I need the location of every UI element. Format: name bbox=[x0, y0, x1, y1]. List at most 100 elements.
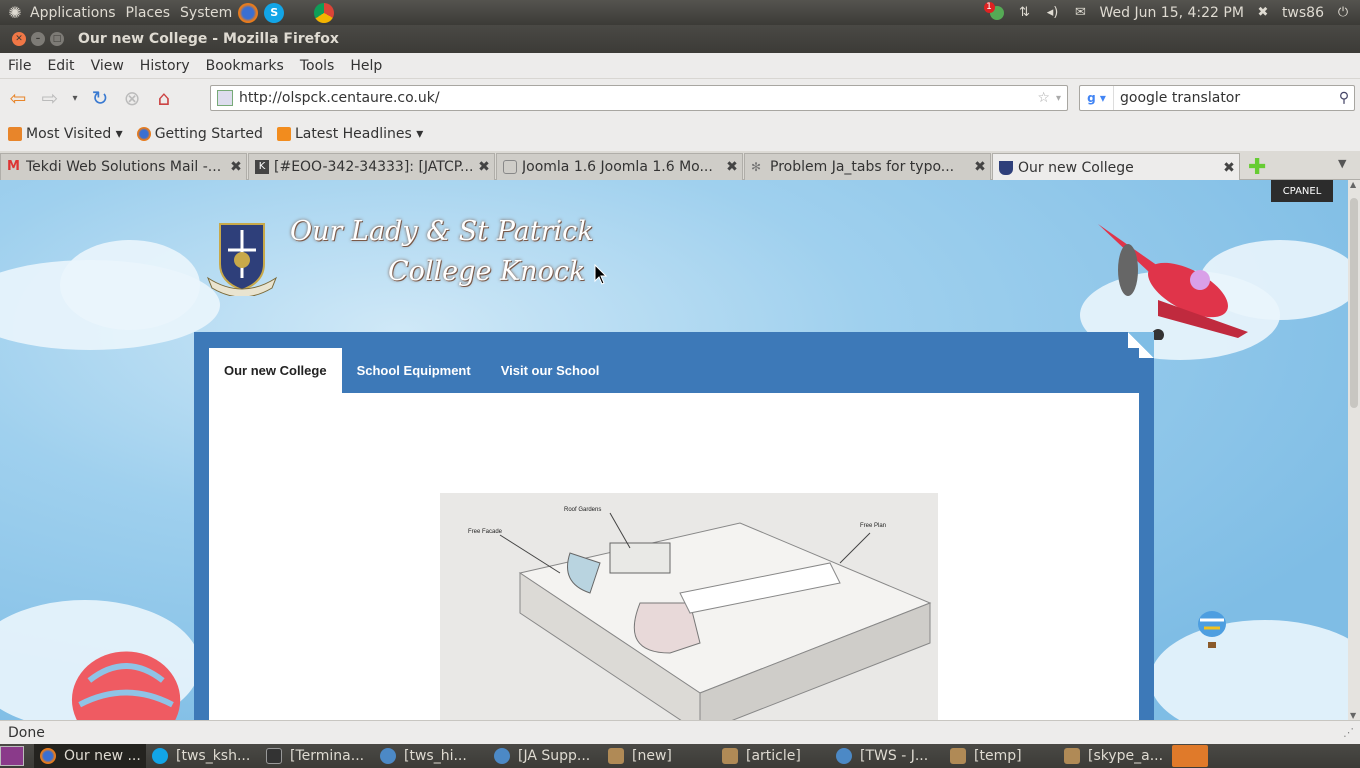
folder-icon bbox=[1064, 748, 1080, 764]
url-text[interactable]: http://olspck.centaure.co.uk/ bbox=[239, 90, 1037, 106]
taskbar-label: [JA Supp... bbox=[518, 748, 591, 764]
close-tab-icon[interactable]: ✖ bbox=[474, 159, 494, 175]
system-menu[interactable]: System bbox=[176, 5, 236, 21]
tab-label: [#EOO-342-34333]: [JATCP... bbox=[274, 159, 474, 175]
skype-icon bbox=[152, 748, 168, 764]
places-menu[interactable]: Places bbox=[122, 5, 175, 21]
username[interactable]: tws86 bbox=[1282, 5, 1324, 21]
taskbar-item-tws-hi[interactable]: [tws_hi... bbox=[374, 744, 488, 768]
taskbar-item-skype[interactable]: [tws_ksh... bbox=[146, 744, 260, 768]
close-tab-icon[interactable]: ✖ bbox=[1219, 160, 1239, 176]
red-airplane-illustration bbox=[1098, 224, 1248, 340]
volume-icon[interactable]: ◂) bbox=[1044, 4, 1062, 22]
tab-joomla[interactable]: Joomla 1.6 Joomla 1.6 Mo... ✖ bbox=[496, 153, 743, 180]
menu-help[interactable]: Help bbox=[342, 58, 390, 74]
folder-icon bbox=[608, 748, 624, 764]
bookmark-getting-started[interactable]: Getting Started bbox=[136, 126, 263, 142]
notification-count: 1 bbox=[983, 1, 995, 13]
taskbar-item-skype-folder[interactable]: [skype_a... bbox=[1058, 744, 1168, 768]
history-dropdown-icon[interactable]: ▾ bbox=[68, 84, 82, 112]
updates-icon[interactable]: 1 bbox=[983, 1, 1006, 22]
menu-view[interactable]: View bbox=[83, 58, 132, 74]
menu-file[interactable]: File bbox=[0, 58, 39, 74]
home-button[interactable]: ⌂ bbox=[150, 84, 178, 112]
taskbar-item-tws-j[interactable]: [TWS - J... bbox=[830, 744, 944, 768]
close-tab-icon[interactable]: ✖ bbox=[226, 159, 246, 175]
maximize-window-button[interactable]: □ bbox=[50, 32, 64, 46]
url-bar[interactable]: http://olspck.centaure.co.uk/ ☆ ▾ bbox=[210, 85, 1068, 111]
gmail-icon: M bbox=[7, 159, 20, 174]
ubuntu-logo-icon[interactable]: ✺ bbox=[6, 3, 24, 22]
menu-tools[interactable]: Tools bbox=[292, 58, 343, 74]
url-dropdown-icon[interactable]: ▾ bbox=[1056, 93, 1061, 104]
search-bar[interactable]: g ▾ google translator ⚲ bbox=[1079, 85, 1355, 111]
tab-ja-tabs-problem[interactable]: ✻ Problem Ja_tabs for typo... ✖ bbox=[744, 153, 991, 180]
power-icon[interactable]: ⏻ bbox=[1334, 4, 1352, 22]
chrome-launcher-icon[interactable] bbox=[314, 2, 335, 23]
close-window-button[interactable]: ✕ bbox=[12, 32, 26, 46]
window-title: Our new College - Mozilla Firefox bbox=[78, 31, 339, 47]
menu-history[interactable]: History bbox=[132, 58, 198, 74]
new-tab-icon[interactable]: ✚ bbox=[1248, 155, 1266, 180]
cpanel-button[interactable]: CPANEL bbox=[1271, 180, 1333, 202]
hot-air-balloon-illustration bbox=[71, 651, 181, 720]
tab-visit-our-school[interactable]: Visit our School bbox=[486, 348, 615, 393]
google-engine-icon[interactable]: g ▾ bbox=[1080, 86, 1114, 110]
tab-label: Joomla 1.6 Joomla 1.6 Mo... bbox=[522, 159, 713, 175]
tab-school-equipment[interactable]: School Equipment bbox=[342, 348, 486, 393]
taskbar-label: [new] bbox=[632, 748, 672, 764]
menu-bookmarks[interactable]: Bookmarks bbox=[198, 58, 292, 74]
mouse-cursor-icon bbox=[594, 264, 608, 285]
tab-list-icon[interactable]: ▼ bbox=[1338, 157, 1346, 170]
taskbar-label: Our new ... bbox=[64, 748, 141, 764]
chat-icon bbox=[836, 748, 852, 764]
reload-button[interactable]: ↻ bbox=[86, 84, 114, 112]
user-status-icon[interactable]: ✖ bbox=[1254, 4, 1272, 22]
firefox-indicator-icon[interactable] bbox=[1172, 745, 1208, 767]
diagram-label-free-facade: Free Facade bbox=[468, 529, 503, 535]
villa-savoye-diagram-image: Roof Gardens Free Facade Free Plan bbox=[440, 493, 938, 720]
scroll-down-icon[interactable]: ▼ bbox=[1350, 711, 1356, 720]
college-crest-logo bbox=[206, 223, 278, 296]
page-scrollbar[interactable]: ▲ ▼ bbox=[1348, 180, 1360, 720]
bookmark-latest-headlines[interactable]: Latest Headlines ▾ bbox=[276, 126, 424, 142]
close-tab-icon[interactable]: ✖ bbox=[970, 159, 990, 175]
bookmark-label: Latest Headlines ▾ bbox=[294, 126, 424, 142]
tab-strip: M Tekdi Web Solutions Mail -... ✖ K [#EO… bbox=[0, 151, 1360, 181]
taskbar-item-temp-folder[interactable]: [temp] bbox=[944, 744, 1058, 768]
search-icon[interactable]: ⚲ bbox=[1334, 90, 1354, 106]
resize-grip-icon[interactable]: ⋰ bbox=[1343, 726, 1354, 739]
taskbar-item-firefox[interactable]: Our new ... bbox=[34, 744, 146, 768]
firefox-launcher-icon[interactable] bbox=[238, 2, 259, 23]
minimize-window-button[interactable]: – bbox=[31, 32, 45, 46]
forward-button[interactable]: ⇨ bbox=[36, 84, 64, 112]
skype-launcher-icon[interactable]: S bbox=[264, 2, 285, 23]
top-panel: ✺ Applications Places System S 1 ⇅ ◂) ✉ … bbox=[0, 0, 1360, 25]
back-button[interactable]: ⇦ bbox=[4, 84, 32, 112]
scroll-up-icon[interactable]: ▲ bbox=[1350, 180, 1356, 189]
content-tabs: Our new College School Equipment Visit o… bbox=[209, 348, 1139, 393]
stop-button[interactable]: ⊗ bbox=[118, 84, 146, 112]
site-title-line1: Our Lady & St Patrick bbox=[290, 216, 594, 247]
network-icon[interactable]: ⇅ bbox=[1016, 4, 1034, 22]
tab-label: Our new College bbox=[1018, 159, 1134, 176]
mail-icon[interactable]: ✉ bbox=[1072, 4, 1090, 22]
taskbar-item-new-folder[interactable]: [new] bbox=[602, 744, 716, 768]
clock[interactable]: Wed Jun 15, 4:22 PM bbox=[1100, 5, 1244, 21]
search-input[interactable]: google translator bbox=[1114, 90, 1334, 106]
scrollbar-thumb[interactable] bbox=[1350, 198, 1358, 408]
menu-edit[interactable]: Edit bbox=[39, 58, 82, 74]
applications-menu[interactable]: Applications bbox=[26, 5, 120, 21]
site-identity-icon[interactable] bbox=[217, 90, 233, 106]
tab-tekdi-mail[interactable]: M Tekdi Web Solutions Mail -... ✖ bbox=[0, 153, 247, 180]
tab-our-new-college-content[interactable]: Our new College bbox=[209, 348, 342, 393]
taskbar-item-terminal[interactable]: [Termina... bbox=[260, 744, 374, 768]
tab-our-new-college[interactable]: Our new College ✖ bbox=[992, 153, 1240, 181]
taskbar-item-ja-support[interactable]: [JA Supp... bbox=[488, 744, 602, 768]
show-desktop-icon[interactable] bbox=[0, 746, 24, 766]
bookmark-most-visited[interactable]: Most Visited ▾ bbox=[8, 126, 123, 142]
bookmark-star-icon[interactable]: ☆ bbox=[1037, 90, 1050, 106]
tab-jatcp-ticket[interactable]: K [#EOO-342-34333]: [JATCP... ✖ bbox=[248, 153, 495, 180]
close-tab-icon[interactable]: ✖ bbox=[722, 159, 742, 175]
taskbar-item-article-folder[interactable]: [article] bbox=[716, 744, 830, 768]
